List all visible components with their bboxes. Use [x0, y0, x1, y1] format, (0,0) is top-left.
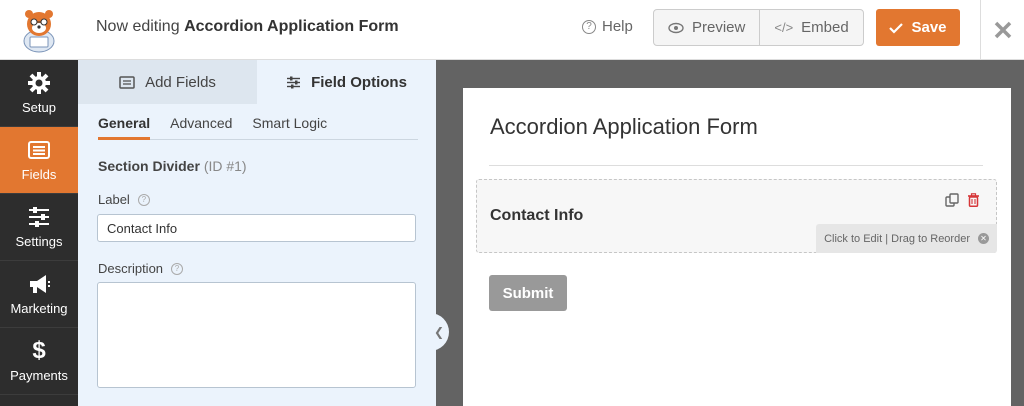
form-title: Accordion Application Form [490, 114, 758, 139]
embed-button[interactable]: </> Embed [759, 10, 862, 45]
sidebar-item-label: Settings [15, 234, 63, 249]
description-textarea[interactable] [97, 282, 416, 388]
tab-add-fields[interactable]: Add Fields [78, 60, 257, 104]
fields-icon [28, 141, 50, 159]
list-icon [119, 75, 135, 89]
tab-label: Field Options [311, 73, 407, 91]
section-title: Section Divider [98, 158, 200, 174]
submit-button[interactable]: Submit [489, 275, 567, 311]
label-input-value: Contact Info [107, 220, 178, 236]
dollar-icon: $ [32, 337, 46, 364]
chevron-left-icon: ❮ [433, 325, 445, 339]
subtab-advanced[interactable]: Advanced [170, 104, 232, 140]
editing-title: Now editing Accordion Application Form [96, 18, 399, 36]
sidebar-item-marketing[interactable]: Marketing [0, 261, 78, 328]
help-tooltip-icon[interactable]: ? [171, 262, 184, 275]
preview-button[interactable]: Preview [654, 10, 759, 45]
close-icon [994, 21, 1011, 39]
field-options-subtabs: General Advanced Smart Logic [98, 104, 418, 140]
subtab-general[interactable]: General [98, 104, 151, 140]
label-caption-row: Label ? [98, 192, 150, 207]
form-name: Accordion Application Form [184, 18, 399, 35]
gear-icon [28, 72, 50, 94]
sidebar-item-settings[interactable]: Settings [0, 194, 78, 261]
description-caption: Description [98, 261, 164, 276]
help-label: Help [602, 18, 633, 35]
sidebar-item-label: Fields [21, 167, 57, 182]
sidebar-item-label: Marketing [10, 301, 68, 316]
sliders-icon [29, 207, 49, 227]
help-tooltip-icon[interactable]: ? [137, 193, 150, 206]
duplicate-icon[interactable] [945, 193, 959, 207]
tab-label: Add Fields [145, 73, 216, 91]
question-icon: ? [582, 19, 596, 34]
field-actions [945, 193, 980, 207]
field-options-panel: Add Fields Field Options General Advance… [78, 60, 436, 406]
check-icon [889, 22, 904, 34]
eye-icon [668, 22, 684, 33]
save-label: Save [911, 19, 947, 36]
form-preview: Accordion Application Form Contact Info … [463, 88, 1011, 406]
sidebar-item-payments[interactable]: $ Payments [0, 328, 78, 395]
close-hint-icon[interactable]: ✕ [978, 233, 989, 244]
wpforms-logo [0, 0, 78, 60]
preview-embed-group: Preview </> Embed [653, 9, 864, 46]
sliders-icon [287, 76, 301, 88]
section-divider-field[interactable]: Contact Info Click to Edit | Drag to Reo… [476, 179, 997, 253]
builder-sidebar: Setup Fields Settings Marketing $ Paymen… [0, 60, 78, 406]
editing-prefix: Now editing [96, 18, 180, 35]
sidebar-item-label: Setup [22, 100, 56, 115]
top-bar: Now editing Accordion Application Form ?… [0, 0, 1024, 60]
trash-icon[interactable] [967, 193, 980, 207]
code-icon: </> [774, 20, 794, 35]
preview-label: Preview [692, 19, 746, 36]
help-link[interactable]: ? Help [582, 18, 633, 35]
section-heading: Section Divider (ID #1) [98, 158, 247, 174]
label-caption: Label [98, 192, 130, 207]
field-label: Contact Info [490, 207, 584, 224]
save-button[interactable]: Save [876, 9, 960, 46]
subtab-smart-logic[interactable]: Smart Logic [252, 104, 327, 140]
megaphone-icon [30, 275, 50, 293]
label-input[interactable]: Contact Info [97, 214, 416, 242]
tab-field-options[interactable]: Field Options [257, 60, 436, 104]
field-edit-hint: Click to Edit | Drag to Reorder ✕ [816, 224, 997, 253]
sidebar-item-label: Payments [10, 368, 68, 383]
panel-tabs: Add Fields Field Options [78, 60, 436, 104]
hint-text: Click to Edit | Drag to Reorder [824, 232, 970, 245]
section-id: (ID #1) [203, 158, 247, 174]
close-button[interactable] [980, 0, 1024, 60]
sidebar-item-fields[interactable]: Fields [0, 127, 78, 194]
sidebar-item-setup[interactable]: Setup [0, 60, 78, 127]
description-caption-row: Description ? [98, 261, 184, 276]
embed-label: Embed [801, 19, 849, 36]
divider [489, 165, 983, 166]
